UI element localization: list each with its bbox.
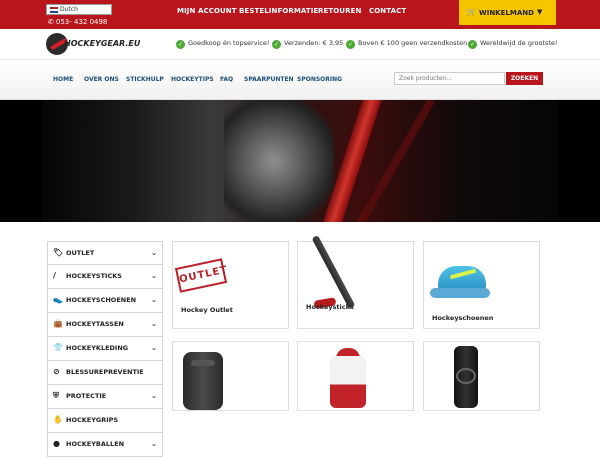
ball-icon: ●: [53, 439, 60, 448]
chevron-down-icon[interactable]: ⌄: [151, 385, 157, 407]
top-bar: Dutch ✆ 053- 432 0498 MIJN ACCOUNT BESTEL…: [0, 0, 600, 29]
chevron-down-icon[interactable]: ⌄: [151, 337, 157, 359]
product-tile-hockeysticks[interactable]: Hockeysticks: [297, 235, 414, 329]
chevron-down-icon[interactable]: ⌄: [151, 242, 157, 264]
check-icon: ✓: [468, 40, 477, 49]
category-label: HOCKEYSCHOENEN: [66, 296, 137, 304]
netherlands-flag-icon: [50, 7, 58, 13]
nav-stickhulp[interactable]: STICKHULP: [126, 76, 164, 83]
hero-player-face: [224, 100, 334, 222]
product-label: Hockeysticks: [306, 303, 354, 311]
category-label: HOCKEYSTICKS: [66, 272, 122, 280]
category-sidebar: 🏷 OUTLET ⌄ / HOCKEYSTICKS ⌄ 👟 HOCKEYSCHOENEN ⌄…: [47, 241, 163, 457]
category-outlet[interactable]: 🏷 OUTLET ⌄: [47, 241, 163, 265]
check-icon: ✓: [272, 40, 281, 49]
nav-faq[interactable]: FAQ: [220, 76, 233, 83]
backpack-image: [183, 352, 223, 410]
usp-item: ✓ Boven € 100 geen verzendkosten: [346, 39, 467, 49]
language-label: Dutch: [60, 6, 78, 13]
usp-text: Verzenden: € 3,95: [284, 39, 344, 47]
category-hockeykleding[interactable]: 👕 HOCKEYKLEDING ⌄: [47, 337, 163, 361]
category-hockeytassen[interactable]: 👜 HOCKEYTASSEN ⌄: [47, 313, 163, 337]
tag-icon: 🏷: [53, 248, 64, 257]
hoodie-body: [330, 356, 366, 408]
logo[interactable]: HOCKEYGEAR.EU: [46, 33, 146, 55]
category-label: HOCKEYTASSEN: [66, 320, 124, 328]
grip-hand-icon: ✋: [53, 415, 63, 424]
backpack-strap: [191, 360, 215, 366]
nav-sponsoring[interactable]: SPONSORING: [297, 76, 342, 83]
product-tile-hockeyschoenen[interactable]: Hockeyschoenen: [423, 241, 540, 329]
chevron-down-icon[interactable]: ⌄: [151, 313, 157, 335]
logo-text: HOCKEYGEAR.EU: [64, 39, 141, 48]
category-hockeyschoenen[interactable]: 👟 HOCKEYSCHOENEN ⌄: [47, 289, 163, 313]
category-hockeyballen[interactable]: ● HOCKEYBALLEN ⌄: [47, 433, 163, 457]
nav-hockeytips[interactable]: HOCKEYTIPS: [171, 76, 214, 83]
nav-over-ons[interactable]: OVER ONS: [84, 76, 119, 83]
product-tile-bags[interactable]: [172, 341, 289, 411]
category-label: BLESSUREPREVENTIE: [66, 368, 144, 376]
product-tile-clothing[interactable]: [297, 341, 414, 411]
check-icon: ✓: [346, 40, 355, 49]
cart-button[interactable]: 🛒 WINKELMAND ▼: [459, 0, 556, 25]
usp-item: ✓ Wereldwijd de grootste!: [468, 39, 558, 49]
usp-text: Goedkoop én topservice!: [188, 39, 270, 47]
usp-item: ✓ Verzenden: € 3,95: [272, 39, 343, 49]
hockey-stick-icon: /: [53, 271, 56, 280]
header: HOCKEYGEAR.EU ✓ Goedkoop én topservice! ✓…: [0, 29, 600, 60]
product-label: Hockeyschoenen: [432, 314, 494, 322]
usp-item: ✓ Goedkoop én topservice!: [176, 39, 270, 49]
usp-text: Wereldwijd de grootste!: [480, 39, 558, 47]
category-blessurepreventie[interactable]: ⊘ BLESSUREPREVENTIE: [47, 361, 163, 385]
bag-icon: 👜: [53, 319, 63, 328]
shoe-icon: 👟: [53, 295, 63, 304]
check-icon: ✓: [176, 40, 185, 49]
cart-label: WINKELMAND: [479, 9, 534, 17]
hoodie-image: [320, 348, 376, 408]
search-input[interactable]: [394, 72, 505, 85]
category-label: HOCKEYKLEDING: [66, 344, 129, 352]
hero-image: [42, 100, 558, 222]
category-protectie[interactable]: ⛨ PROTECTIE ⌄: [47, 385, 163, 409]
shield-icon: ⛨: [53, 391, 59, 400]
category-hockeysticks[interactable]: / HOCKEYSTICKS ⌄: [47, 265, 163, 289]
product-tile-outlet[interactable]: OUTLET Hockey Outlet: [172, 241, 289, 329]
product-label: Hockey Outlet: [181, 306, 233, 314]
shirt-icon: 👕: [53, 343, 63, 352]
topnav-mijn-account[interactable]: MIJN ACCOUNT: [177, 7, 237, 15]
chevron-down-icon[interactable]: ⌄: [151, 433, 157, 455]
phone-number: ✆ 053- 432 0498: [48, 18, 107, 27]
usp-text: Boven € 100 geen verzendkosten: [358, 39, 468, 47]
category-label: HOCKEYBALLEN: [66, 440, 125, 448]
nav-home[interactable]: HOME: [53, 76, 73, 83]
chevron-down-icon: ▼: [537, 8, 543, 16]
category-label: HOCKEYGRIPS: [66, 416, 119, 424]
phone-icon: ✆: [48, 18, 54, 26]
hockey-shoe-image: [430, 262, 490, 302]
nav-spaarpunten[interactable]: SPAARPUNTEN: [244, 76, 294, 83]
topnav-bestelinformatie[interactable]: BESTELINFORMATIE: [239, 7, 318, 15]
shoe-sole: [430, 288, 490, 298]
language-selector[interactable]: Dutch: [46, 4, 112, 15]
topnav-retouren[interactable]: RETOUREN: [318, 7, 361, 15]
knee-brace-pad: [456, 368, 476, 384]
phone-text: 053- 432 0498: [55, 18, 108, 26]
cart-icon: 🛒: [467, 8, 476, 16]
main-nav: HOME OVER ONS STICKHULP HOCKEYTIPS FAQ S…: [0, 60, 600, 100]
hero-banner[interactable]: [0, 100, 600, 222]
category-label: OUTLET: [66, 249, 95, 257]
topnav-contact[interactable]: CONTACT: [369, 7, 406, 15]
knee-brace-image: [446, 346, 486, 408]
category-label: PROTECTIE: [66, 392, 107, 400]
search-button[interactable]: ZOEKEN: [506, 72, 543, 85]
chevron-down-icon[interactable]: ⌄: [151, 265, 157, 287]
outlet-stamp-image: OUTLET: [174, 258, 229, 293]
chevron-down-icon[interactable]: ⌄: [151, 289, 157, 311]
product-tile-protection[interactable]: [423, 341, 540, 411]
bandage-icon: ⊘: [53, 367, 60, 376]
category-hockeygrips[interactable]: ✋ HOCKEYGRIPS: [47, 409, 163, 433]
